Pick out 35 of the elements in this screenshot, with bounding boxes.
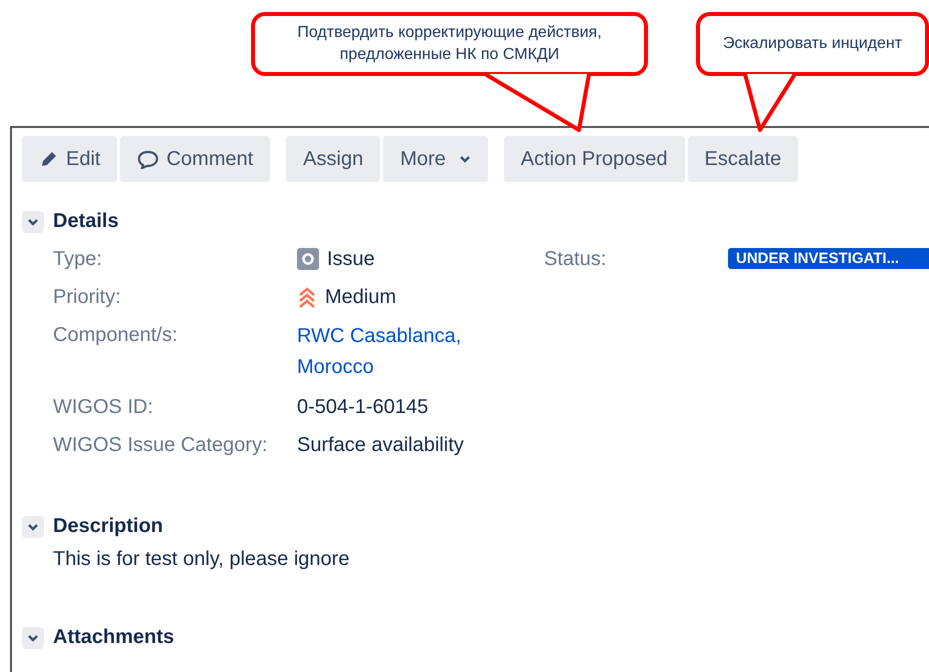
- field-value: Medium: [325, 285, 396, 310]
- chevron-icon: [27, 632, 39, 642]
- field-label: Component/s:: [53, 323, 179, 348]
- toolbar-button[interactable]: Escalate: [688, 136, 798, 182]
- toolbar-button[interactable]: Assign: [286, 136, 380, 182]
- section-title: Attachments: [53, 626, 174, 649]
- double-chevron-up-icon: [297, 286, 317, 308]
- field-label: WIGOS Issue Category:: [53, 433, 269, 458]
- field-label: Status:: [544, 247, 608, 272]
- collapse-toggle[interactable]: [22, 626, 44, 648]
- field-label: Type:: [53, 247, 103, 272]
- chevron-icon: [27, 216, 39, 226]
- field-value: Surface availability: [297, 433, 464, 458]
- issue-type-icon: [297, 248, 319, 270]
- pencil-icon: [39, 149, 59, 169]
- toolbar-button[interactable]: More: [383, 136, 488, 182]
- collapse-toggle[interactable]: [22, 210, 44, 232]
- section-title: Description: [53, 515, 164, 538]
- toolbar-button[interactable]: Comment: [120, 136, 270, 182]
- field-label: Priority:: [53, 285, 122, 310]
- chevron-down-icon: [458, 154, 471, 164]
- status-badge: UNDER INVESTIGATI...: [728, 248, 929, 269]
- collapse-toggle[interactable]: [22, 516, 44, 538]
- section-title: Details: [53, 210, 119, 233]
- callout-text: Эскалировать инцидент: [722, 34, 904, 54]
- description-text: This is for test only, please ignore: [53, 548, 350, 571]
- speech-bubble-icon: [137, 149, 160, 169]
- field-label: WIGOS ID:: [53, 395, 154, 420]
- field-value: 0-504-1-60145: [297, 395, 428, 420]
- toolbar-button[interactable]: Action Proposed: [504, 136, 685, 182]
- chevron-icon: [27, 522, 39, 532]
- component-link[interactable]: RWC Casablanca, Morocco: [297, 321, 477, 383]
- callout-text: Подтвердить корректирующие действия, предложенные НК по СМКДИ: [296, 23, 603, 65]
- field-value: Issue: [327, 247, 375, 272]
- toolbar-button[interactable]: Edit: [22, 136, 118, 182]
